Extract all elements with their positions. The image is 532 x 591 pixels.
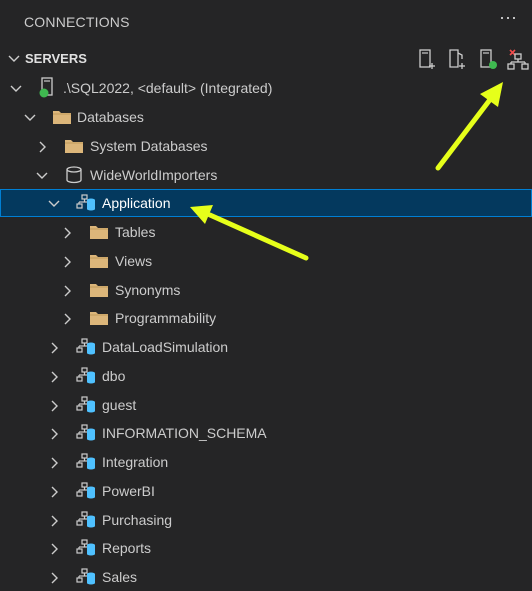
schema-icon bbox=[76, 539, 95, 556]
chevron-down-icon bbox=[8, 55, 20, 62]
active-connections-icon bbox=[480, 49, 497, 69]
panel-titlebar: CONNECTIONS ⋯ bbox=[0, 0, 532, 45]
folder-icon bbox=[90, 312, 108, 325]
chevron-right-icon bbox=[51, 543, 58, 555]
chevron-right-icon bbox=[64, 285, 71, 297]
folder-label: Tables bbox=[115, 224, 156, 240]
more-actions-icon[interactable]: ⋯ bbox=[496, 6, 520, 30]
chevron-right-icon bbox=[51, 457, 58, 469]
schema-icon bbox=[76, 453, 95, 470]
schema-label: Purchasing bbox=[102, 512, 173, 528]
schema-label: INFORMATION_SCHEMA bbox=[102, 425, 267, 441]
chevron-right-icon bbox=[51, 371, 58, 383]
server-connected-icon bbox=[39, 77, 53, 98]
folder-label: Programmability bbox=[115, 310, 217, 326]
chevron-down-icon bbox=[10, 85, 22, 92]
schema-label: PowerBI bbox=[102, 483, 155, 499]
tree-item-server[interactable]: .\SQL2022, <default> (Integrated) bbox=[0, 74, 532, 102]
chevron-right-icon bbox=[64, 313, 71, 325]
schema-label: dbo bbox=[102, 368, 126, 384]
chevron-down-icon bbox=[36, 172, 48, 179]
folder-label: Synonyms bbox=[115, 282, 181, 298]
panel-title: CONNECTIONS bbox=[24, 14, 130, 30]
databases-label: Databases bbox=[77, 109, 144, 125]
folder-icon bbox=[90, 255, 108, 268]
tree-item-schema[interactable]: dbo bbox=[0, 362, 532, 390]
chevron-right-icon bbox=[51, 486, 58, 498]
show-active-connections-button[interactable] bbox=[475, 47, 501, 73]
chevron-down-icon bbox=[24, 114, 36, 121]
chevron-right-icon bbox=[39, 141, 46, 153]
tree-item-databases[interactable]: Databases bbox=[0, 103, 532, 131]
tree-item-programmability[interactable]: Programmability bbox=[0, 304, 532, 332]
chevron-right-icon bbox=[64, 256, 71, 268]
tree-item-schema-application[interactable]: Application bbox=[0, 189, 532, 217]
schema-label: Sales bbox=[102, 569, 138, 585]
schema-icon bbox=[76, 338, 95, 355]
folder-icon bbox=[90, 226, 108, 239]
chevron-right-icon bbox=[64, 227, 71, 239]
schema-label: DataLoadSimulation bbox=[102, 339, 229, 355]
folder-icon bbox=[90, 284, 108, 297]
chevron-right-icon bbox=[51, 428, 58, 440]
chevron-right-icon bbox=[51, 342, 58, 354]
tree-item-tables[interactable]: Tables bbox=[0, 218, 532, 246]
tree-item-system-databases[interactable]: System Databases bbox=[0, 132, 532, 160]
server-label: .\SQL2022, <default> (Integrated) bbox=[63, 80, 273, 96]
schema-label: guest bbox=[102, 397, 137, 413]
folder-icon bbox=[65, 140, 83, 153]
chevron-right-icon bbox=[51, 515, 58, 527]
folder-icon bbox=[53, 111, 71, 124]
database-label: WideWorldImporters bbox=[90, 167, 218, 183]
chevron-down-icon bbox=[48, 200, 60, 207]
database-icon bbox=[66, 166, 82, 184]
folder-label: Views bbox=[115, 253, 153, 269]
schema-label: Reports bbox=[102, 540, 152, 556]
tree-item-schema[interactable]: PowerBI bbox=[0, 477, 532, 505]
new-server-group-button[interactable] bbox=[444, 47, 470, 73]
tree-item-schema[interactable]: Purchasing bbox=[0, 506, 532, 534]
tree-item-schema[interactable]: Reports bbox=[0, 534, 532, 562]
schema-icon bbox=[76, 396, 95, 413]
disconnect-button[interactable] bbox=[505, 47, 531, 73]
schema-icon bbox=[76, 194, 95, 211]
schema-icon bbox=[76, 424, 95, 441]
new-connection-icon bbox=[419, 49, 435, 69]
chevron-right-icon bbox=[51, 400, 58, 412]
system-databases-label: System Databases bbox=[90, 138, 208, 154]
schema-icon bbox=[76, 482, 95, 499]
schema-icon bbox=[76, 367, 95, 384]
schema-label: Application bbox=[102, 195, 171, 211]
chevron-right-icon bbox=[51, 572, 58, 584]
tree-item-schema[interactable]: DataLoadSimulation bbox=[0, 333, 532, 361]
schema-label: Integration bbox=[102, 454, 169, 470]
schema-icon bbox=[76, 511, 95, 528]
servers-section-label: SERVERS bbox=[25, 51, 87, 66]
new-server-group-icon bbox=[449, 49, 465, 69]
tree-item-database[interactable]: WideWorldImporters bbox=[0, 161, 532, 189]
tree-item-views[interactable]: Views bbox=[0, 247, 532, 275]
tree-item-schema[interactable]: guest bbox=[0, 391, 532, 419]
tree-item-schema[interactable]: Sales bbox=[0, 563, 532, 591]
tree-item-schema[interactable]: Integration bbox=[0, 448, 532, 476]
disconnect-icon bbox=[507, 49, 529, 70]
new-connection-button[interactable] bbox=[414, 47, 440, 73]
schema-icon bbox=[76, 568, 95, 585]
tree-item-synonyms[interactable]: Synonyms bbox=[0, 276, 532, 304]
tree-item-schema[interactable]: INFORMATION_SCHEMA bbox=[0, 419, 532, 447]
